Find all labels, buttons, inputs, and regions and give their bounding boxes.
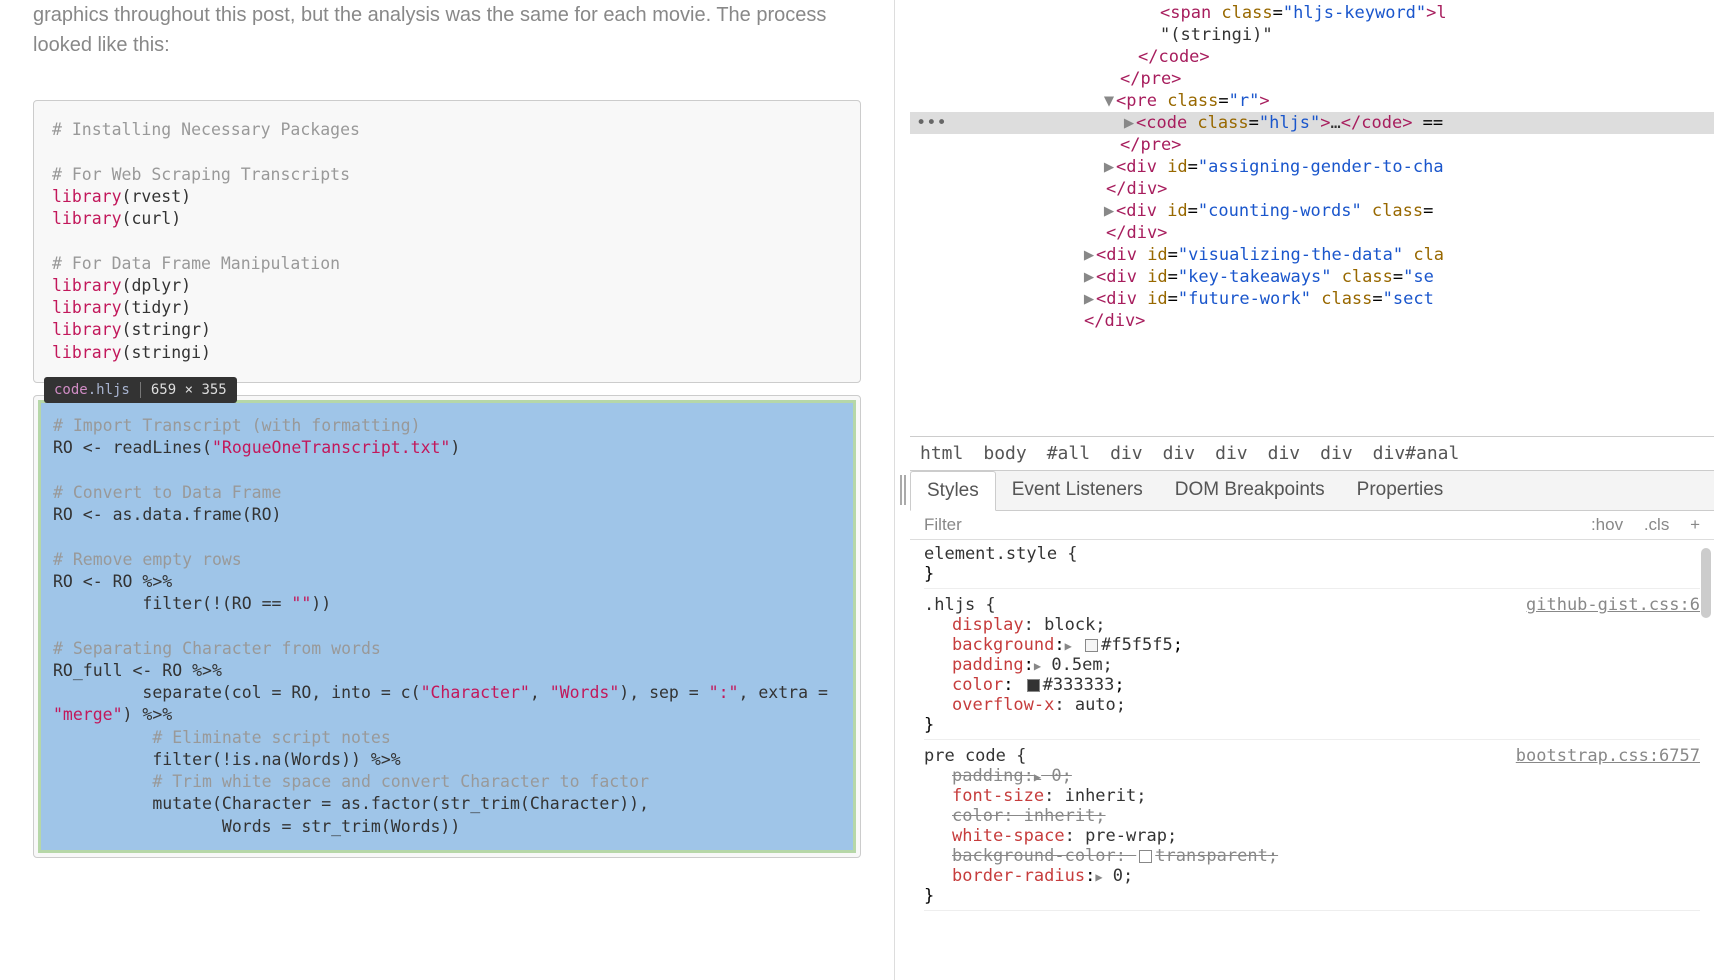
expand-icon[interactable]: ▶ <box>1082 289 1096 309</box>
expand-icon[interactable]: ▶ <box>1082 267 1096 287</box>
inspector-tooltip: code.hljs 659 × 355 <box>44 377 237 403</box>
split-handle[interactable] <box>895 0 910 980</box>
css-rule-pre-code: pre code {bootstrap.css:6757 padding:▶ 0… <box>924 746 1700 911</box>
crumb-item[interactable]: body <box>983 443 1026 464</box>
crumb-item[interactable]: div <box>1110 443 1143 464</box>
devtools-panel: <span class="hljs-keyword">l "(stringi)"… <box>910 0 1714 980</box>
filter-row: Filter :hov .cls + <box>910 511 1714 540</box>
expand-icon[interactable]: ▶ <box>1102 201 1116 221</box>
source-link[interactable]: bootstrap.css:6757 <box>1516 746 1700 766</box>
dom-tree[interactable]: <span class="hljs-keyword">l "(stringi)"… <box>910 0 1714 436</box>
css-rule-hljs: .hljs {github-gist.css:6 display: block;… <box>924 595 1700 740</box>
selected-dom-node[interactable]: •••▶<code class="hljs">…</code> == <box>910 112 1714 134</box>
scrollbar[interactable] <box>1701 548 1711 618</box>
crumb-item[interactable]: div <box>1320 443 1353 464</box>
cls-toggle[interactable]: .cls <box>1644 515 1670 534</box>
code-pre-2: # Import Transcript (with formatting) RO… <box>53 415 841 838</box>
tab-event-listeners[interactable]: Event Listeners <box>996 471 1159 510</box>
code-pre-1: # Installing Necessary Packages # For We… <box>52 119 842 364</box>
expand-icon[interactable]: ▼ <box>1102 91 1116 111</box>
tab-dom-breakpoints[interactable]: DOM Breakpoints <box>1159 471 1341 510</box>
tab-properties[interactable]: Properties <box>1341 471 1460 510</box>
color-swatch[interactable] <box>1027 679 1040 692</box>
filter-input[interactable]: Filter <box>924 515 962 535</box>
color-swatch[interactable] <box>1085 639 1098 652</box>
color-swatch[interactable] <box>1139 850 1152 863</box>
crumb-item[interactable]: div <box>1268 443 1301 464</box>
intro-paragraph: graphics throughout this post, but the a… <box>33 0 861 60</box>
add-rule-button[interactable]: + <box>1690 515 1700 534</box>
expand-icon[interactable]: ▶ <box>1102 157 1116 177</box>
crumb-item[interactable]: div <box>1215 443 1248 464</box>
expand-icon[interactable]: ▶ <box>1082 245 1096 265</box>
styles-pane[interactable]: element.style { } .hljs {github-gist.css… <box>910 540 1714 980</box>
crumb-item[interactable]: #all <box>1047 443 1090 464</box>
tab-styles[interactable]: Styles <box>910 471 996 511</box>
code-block-1: # Installing Necessary Packages # For We… <box>33 100 861 383</box>
hov-toggle[interactable]: :hov <box>1591 515 1623 534</box>
source-link[interactable]: github-gist.css:6 <box>1526 595 1700 615</box>
crumb-item[interactable]: div#anal <box>1373 443 1460 464</box>
page-content: graphics throughout this post, but the a… <box>0 0 895 980</box>
crumb-item[interactable]: html <box>920 443 963 464</box>
code-block-2-highlighted: code.hljs 659 × 355 # Import Transcript … <box>33 395 861 858</box>
styles-tabs: Styles Event Listeners DOM Breakpoints P… <box>910 471 1714 511</box>
breadcrumb[interactable]: html body #all div div div div div div#a… <box>910 436 1714 471</box>
crumb-item[interactable]: div <box>1163 443 1196 464</box>
css-rule-element-style: element.style { } <box>924 544 1700 589</box>
expand-icon[interactable]: ▶ <box>1122 113 1136 133</box>
